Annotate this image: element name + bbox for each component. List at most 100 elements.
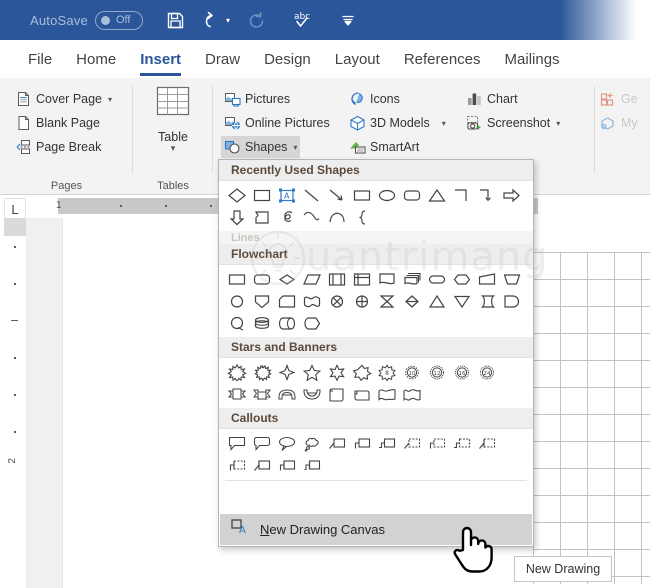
shape-arc[interactable] xyxy=(324,206,349,228)
shape-horizontal-scroll[interactable] xyxy=(349,383,374,405)
shape-line-callout-3-no-border[interactable] xyxy=(299,454,324,476)
shape-line-arrow[interactable] xyxy=(324,184,349,206)
shapes-caret-icon[interactable]: ▾ xyxy=(293,143,297,152)
shape-oval-callout[interactable] xyxy=(274,432,299,454)
shape-flowchart-card[interactable] xyxy=(274,290,299,312)
shape-down-arrow[interactable] xyxy=(224,206,249,228)
shape-line-callout-1-accent-bar[interactable] xyxy=(474,432,499,454)
3d-models-caret-icon[interactable]: ▾ xyxy=(442,119,446,128)
shape-diamond[interactable] xyxy=(224,184,249,206)
online-pictures-button[interactable]: Online Pictures xyxy=(221,112,333,134)
shape-flowchart-summing-junction[interactable] xyxy=(324,290,349,312)
undo-icon[interactable]: ▾ xyxy=(202,10,230,31)
shape-flowchart-off-page-connector[interactable] xyxy=(249,290,274,312)
shape-star-10-point[interactable]: 10 xyxy=(399,361,424,383)
shape-rectangular-callout[interactable] xyxy=(224,432,249,454)
shape-star-4-point[interactable] xyxy=(274,361,299,383)
shape-flowchart-terminator[interactable] xyxy=(424,268,449,290)
table-caret-icon[interactable]: ▾ xyxy=(171,144,176,153)
shapes-button[interactable]: Shapes ▾ xyxy=(221,136,301,158)
shape-line-callout-1[interactable] xyxy=(324,432,349,454)
shape-scribble[interactable] xyxy=(274,206,299,228)
shape-flowchart-stored-data[interactable] xyxy=(474,290,499,312)
screenshot-caret-icon[interactable]: ▾ xyxy=(556,119,560,128)
tab-layout[interactable]: Layout xyxy=(323,40,392,78)
shape-curved-down-ribbon[interactable] xyxy=(299,383,324,405)
shape-flowchart-collate[interactable] xyxy=(374,290,399,312)
icons-button[interactable]: Icons xyxy=(346,88,403,110)
shape-flowchart-data[interactable] xyxy=(299,268,324,290)
shape-line-callout-2-no-border[interactable] xyxy=(274,454,299,476)
blank-page-button[interactable]: Blank Page xyxy=(12,112,103,134)
shape-flowchart-connector[interactable] xyxy=(224,290,249,312)
undo-dropdown-caret[interactable]: ▾ xyxy=(226,16,230,25)
shape-up-ribbon[interactable] xyxy=(224,383,249,405)
cover-page-button[interactable]: Cover Page ▾ xyxy=(12,88,115,110)
shape-flowchart-preparation[interactable] xyxy=(449,268,474,290)
shape-curved-up-ribbon[interactable] xyxy=(274,383,299,405)
shape-star-12-point[interactable]: 12 xyxy=(424,361,449,383)
shape-flowchart-or[interactable] xyxy=(349,290,374,312)
shape-star-16-point[interactable]: 16 xyxy=(449,361,474,383)
shape-flowchart-delay[interactable] xyxy=(499,290,524,312)
shape-double-wave[interactable] xyxy=(399,383,424,405)
shape-explosion-2[interactable] xyxy=(249,361,274,383)
page-break-button[interactable]: Page Break xyxy=(12,136,104,158)
shape-rectangle[interactable] xyxy=(249,184,274,206)
shape-flowchart-manual-input[interactable] xyxy=(474,268,499,290)
shape-down-ribbon[interactable] xyxy=(249,383,274,405)
my-addins-button[interactable]: My xyxy=(597,112,641,134)
shape-star-8-point[interactable]: 8 xyxy=(374,361,399,383)
shape-elbow-connector[interactable] xyxy=(449,184,474,206)
shape-flowchart-document[interactable] xyxy=(374,268,399,290)
save-icon[interactable] xyxy=(165,10,186,31)
3d-models-button[interactable]: 3D Models ▾ xyxy=(346,112,449,134)
tab-draw[interactable]: Draw xyxy=(193,40,252,78)
shape-right-arrow[interactable] xyxy=(499,184,524,206)
autosave-toggle[interactable]: Off xyxy=(94,10,143,30)
smartart-button[interactable]: SmartArt xyxy=(346,136,422,158)
shape-left-brace[interactable] xyxy=(349,206,374,228)
tab-file[interactable]: File xyxy=(16,40,64,78)
shape-line-callout-3-border-accent[interactable] xyxy=(449,432,474,454)
vertical-ruler[interactable]: 2 xyxy=(4,218,26,588)
shape-elbow-arrow-connector[interactable] xyxy=(474,184,499,206)
shape-line[interactable] xyxy=(299,184,324,206)
shape-flowchart-punched-tape[interactable] xyxy=(299,290,324,312)
shape-flowchart-manual-operation[interactable] xyxy=(499,268,524,290)
shape-wave[interactable] xyxy=(374,383,399,405)
shape-flowchart-process[interactable] xyxy=(224,268,249,290)
shape-star-5-point[interactable] xyxy=(299,361,324,383)
shape-curve[interactable] xyxy=(299,206,324,228)
tab-insert[interactable]: Insert xyxy=(128,40,193,78)
pictures-button[interactable]: Pictures xyxy=(221,88,293,110)
shape-cloud-callout[interactable] xyxy=(299,432,324,454)
shape-flowchart-display[interactable] xyxy=(299,312,324,334)
customize-quick-access-toolbar-icon[interactable] xyxy=(341,12,355,28)
table-button[interactable]: Table ▾ xyxy=(137,86,209,153)
shape-flowchart-direct-access-storage[interactable] xyxy=(274,312,299,334)
shape-flowchart-merge[interactable] xyxy=(449,290,474,312)
shape-rounded-rectangular-callout[interactable] xyxy=(249,432,274,454)
tab-design[interactable]: Design xyxy=(252,40,323,78)
shape-vertical-scroll[interactable] xyxy=(324,383,349,405)
tab-stop-selector-button[interactable]: L xyxy=(4,198,26,220)
shape-flowchart-internal-storage[interactable] xyxy=(349,268,374,290)
shape-pentagon-flag[interactable] xyxy=(249,206,274,228)
shape-flowchart-extract[interactable] xyxy=(424,290,449,312)
shape-line-callout-1-border-accent[interactable] xyxy=(399,432,424,454)
shape-isosceles-triangle[interactable] xyxy=(424,184,449,206)
tab-references[interactable]: References xyxy=(392,40,493,78)
shape-line-callout-2-border-accent[interactable] xyxy=(424,432,449,454)
shape-flowchart-multidocument[interactable] xyxy=(399,268,424,290)
shape-explosion-1[interactable] xyxy=(224,361,249,383)
shape-rectangle[interactable] xyxy=(349,184,374,206)
screenshot-button[interactable]: Screenshot ▾ xyxy=(463,112,563,134)
chart-button[interactable]: Chart xyxy=(463,88,521,110)
shape-text-box[interactable]: A xyxy=(274,184,299,206)
cover-page-caret-icon[interactable]: ▾ xyxy=(108,95,112,104)
tab-mailings[interactable]: Mailings xyxy=(493,40,572,78)
shape-flowchart-sort[interactable] xyxy=(399,290,424,312)
shape-flowchart-predefined-process[interactable] xyxy=(324,268,349,290)
shape-flowchart-sequential-access-storage[interactable] xyxy=(224,312,249,334)
